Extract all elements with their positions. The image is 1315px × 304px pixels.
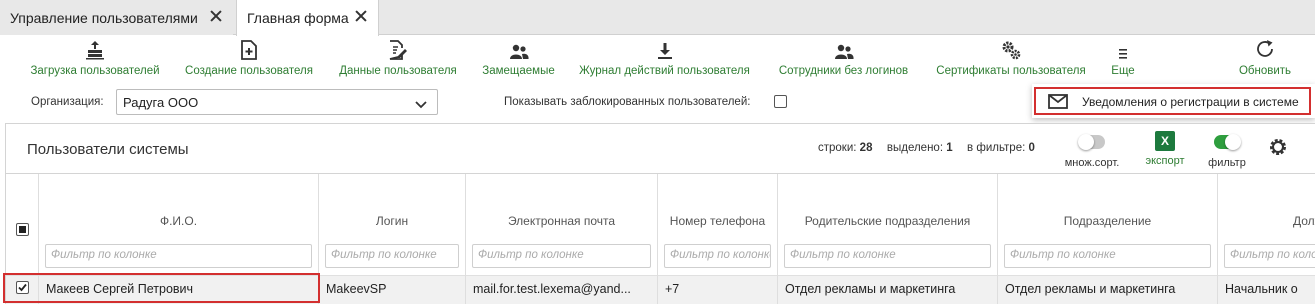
toolbar-label: Загрузка пользователей (30, 65, 160, 77)
column-filter-input[interactable]: Фильтр по колонке (784, 244, 991, 268)
action-log-button[interactable]: Журнал действий пользователя (572, 36, 757, 86)
toolbar: Загрузка пользователей Создание пользова… (0, 36, 1315, 86)
cell-phone[interactable]: +7 (658, 275, 778, 304)
toolbar-label: Еще (1111, 65, 1135, 77)
add-file-icon (241, 36, 257, 62)
toolbar-label: Создание пользователя (185, 65, 313, 77)
multisort-toggle[interactable] (1078, 134, 1105, 150)
upload-users-button[interactable]: Загрузка пользователей (26, 36, 164, 86)
edit-file-icon (389, 36, 407, 62)
mail-icon (1048, 94, 1068, 112)
tab-label: Главная форма (247, 10, 349, 26)
column-filter-input[interactable]: Фильтр по колонке (45, 244, 312, 268)
toolbar-label: Данные пользователя (339, 65, 457, 77)
gear-icon[interactable] (1268, 137, 1288, 160)
users-icon (834, 36, 854, 62)
column-filter-input[interactable]: Фильтр по колонке (325, 244, 459, 268)
grid-stats: строки: 28 выделено: 1 в фильтре: 0 (818, 142, 1035, 154)
rows-value: 28 (859, 142, 873, 154)
multisort-control[interactable]: множ.сорт. (1059, 134, 1125, 169)
column-header[interactable]: Должность (1218, 174, 1315, 236)
download-icon (657, 36, 673, 62)
organization-select[interactable]: Радуга ООО (116, 89, 438, 115)
registration-notifications-item[interactable]: Уведомления о регистрации в системе (1034, 87, 1311, 115)
filter-toggle[interactable] (1214, 134, 1241, 150)
create-user-button[interactable]: Создание пользователя (180, 36, 318, 86)
close-icon[interactable] (354, 9, 368, 23)
export-label: экспорт (1145, 155, 1185, 167)
upload-users-icon (85, 36, 105, 62)
user-certificates-button[interactable]: Сертификаты пользователя (929, 36, 1093, 86)
column-header[interactable]: Ф.И.О. (39, 174, 318, 236)
export-button[interactable]: X экспорт (1140, 131, 1190, 167)
tab-label: Управление пользователями (10, 9, 198, 26)
gears-icon (1001, 36, 1021, 62)
substitutes-button[interactable]: Замещаемые (476, 36, 561, 86)
panel-title: Пользователи системы (27, 141, 189, 158)
multisort-label: множ.сорт. (1064, 157, 1120, 169)
tab-user-management[interactable]: Управление пользователями (0, 0, 233, 35)
close-icon[interactable] (209, 9, 223, 23)
column-header[interactable]: Номер телефона (658, 174, 777, 236)
menu-item-label: Уведомления о регистрации в системе (1082, 95, 1299, 109)
more-dropdown-menu: Уведомления о регистрации в системе (1032, 84, 1315, 118)
select-all-checkbox[interactable] (16, 223, 29, 236)
cell-email[interactable]: mail.for.test.lexema@yand... (466, 275, 658, 304)
chevron-down-icon (415, 97, 427, 112)
column-filter-input[interactable]: Фильтр по колонке (1004, 244, 1211, 268)
cell-department[interactable]: Отдел рекламы и маркетинга (998, 275, 1218, 304)
employees-without-logins-button[interactable]: Сотрудники без логинов (771, 36, 916, 86)
column-filter-input[interactable]: Фильтр по колонке (664, 244, 771, 268)
column-filter-input[interactable]: Фильтр по колонке (1224, 244, 1315, 268)
toolbar-label: Сертификаты пользователя (936, 65, 1086, 77)
organization-value: Радуга ООО (123, 95, 199, 110)
filter-control[interactable]: фильтр (1204, 134, 1250, 169)
more-button[interactable]: Еще (1101, 36, 1145, 86)
show-blocked-checkbox[interactable] (774, 95, 787, 108)
users-icon (509, 36, 529, 62)
selection-highlight (3, 273, 320, 303)
toolbar-label: Обновить (1238, 65, 1292, 77)
user-data-button[interactable]: Данные пользователя (333, 36, 463, 86)
excel-icon: X (1155, 131, 1175, 151)
column-filter-input[interactable]: Фильтр по колонке (472, 244, 651, 268)
selected-label: выделено: (886, 142, 944, 154)
refresh-button[interactable]: Обновить (1232, 36, 1298, 86)
selected-value: 1 (946, 142, 953, 154)
menu-icon (1118, 36, 1128, 62)
toolbar-label: Журнал действий пользователя (579, 65, 750, 77)
column-header[interactable]: Электронная почта (466, 174, 657, 236)
cell-login[interactable]: MakeevSP (319, 275, 466, 304)
toolbar-label: Замещаемые (482, 65, 555, 77)
in-filter-value: 0 (1028, 142, 1035, 154)
organization-label: Организация: (31, 96, 104, 108)
filter-label: фильтр (1208, 157, 1246, 169)
show-blocked-label: Показывать заблокированных пользователей… (504, 96, 751, 108)
refresh-icon (1254, 36, 1276, 62)
rows-label: строки: (818, 142, 857, 154)
column-header[interactable]: Подразделение (998, 174, 1217, 236)
tab-bar: Управление пользователями Главная форма (0, 0, 1315, 36)
toolbar-label: Сотрудники без логинов (778, 65, 909, 77)
cell-position[interactable]: Начальник о (1218, 275, 1315, 304)
column-header[interactable]: Родительские подразделения (778, 174, 997, 236)
in-filter-label: в фильтре: (967, 142, 1026, 154)
cell-parent-departments[interactable]: Отдел рекламы и маркетинга (778, 275, 998, 304)
tab-main-form[interactable]: Главная форма (236, 0, 379, 36)
column-header[interactable]: Логин (319, 174, 465, 236)
